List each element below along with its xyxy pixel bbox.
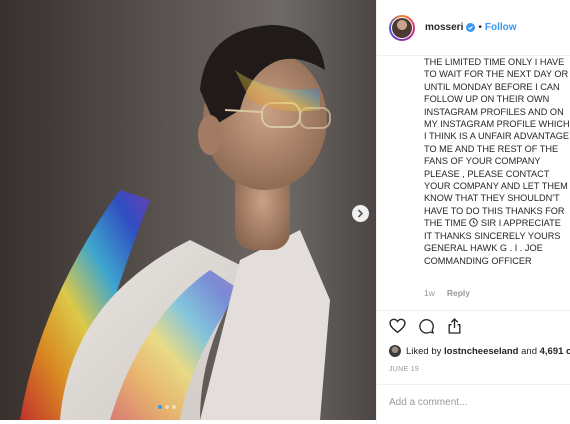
- verified-badge-icon: [466, 23, 476, 32]
- portrait-image: [0, 0, 376, 420]
- post-date[interactable]: JUNE 19: [389, 366, 419, 373]
- likes-summary: Liked by lostncheeseland and 4,691 o: [389, 345, 570, 357]
- post-side-panel: mosseri • Follow THE LIMITED TIME ONLY I…: [376, 0, 570, 424]
- avatar-image: [392, 17, 412, 38]
- likes-conjunction: and: [521, 345, 537, 357]
- divider: [377, 384, 570, 385]
- chevron-right-icon: [357, 209, 364, 218]
- liker-avatar[interactable]: [389, 345, 401, 357]
- slide-dot-active: [158, 405, 162, 409]
- next-slide-button[interactable]: [352, 205, 369, 222]
- action-bar: [389, 318, 462, 334]
- comment-text: THE LIMITED TIME ONLY I HAVE TO WAIT FOR…: [424, 56, 570, 267]
- add-comment-input[interactable]: [389, 394, 559, 410]
- author-username[interactable]: mosseri: [425, 22, 463, 33]
- slide-dot: [165, 405, 169, 409]
- author-avatar[interactable]: [389, 14, 415, 41]
- comment-text-part1: THE LIMITED TIME ONLY I HAVE TO WAIT FOR…: [424, 57, 570, 229]
- header-separator: •: [478, 22, 482, 33]
- slide-dot: [172, 405, 176, 409]
- slide-indicator: [158, 405, 176, 409]
- likes-prefix: Liked by: [406, 345, 442, 357]
- liker-username[interactable]: lostncheeseland: [444, 346, 518, 357]
- post-photo[interactable]: [0, 0, 376, 420]
- comment-meta: 1w Reply: [424, 288, 470, 298]
- comment-age: 1w: [424, 288, 435, 298]
- post-header: mosseri • Follow: [377, 0, 570, 56]
- follow-button[interactable]: Follow: [485, 22, 517, 33]
- divider: [377, 310, 570, 311]
- heart-icon[interactable]: [389, 318, 406, 334]
- reply-button[interactable]: Reply: [447, 288, 470, 298]
- share-icon[interactable]: [447, 318, 462, 334]
- likes-count[interactable]: 4,691 o: [540, 346, 570, 357]
- clock-icon: [469, 218, 479, 228]
- comment-icon[interactable]: [418, 318, 435, 334]
